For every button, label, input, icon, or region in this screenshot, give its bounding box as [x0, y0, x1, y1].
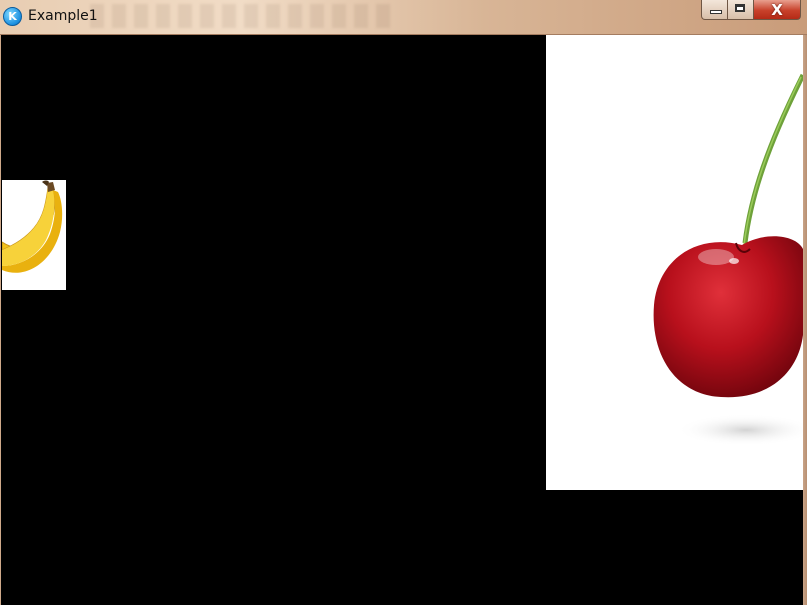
- maximize-icon: [735, 4, 745, 12]
- app-canvas[interactable]: [1, 35, 803, 605]
- minimize-icon: [710, 10, 722, 14]
- minimize-button[interactable]: [701, 0, 728, 20]
- close-button[interactable]: X: [754, 0, 801, 20]
- cherry-icon: [653, 73, 803, 446]
- maximize-button[interactable]: [728, 0, 754, 20]
- kivy-k-glyph: K: [8, 10, 17, 23]
- banana-image[interactable]: [2, 180, 66, 290]
- title-bar[interactable]: K Example1 X: [0, 0, 807, 35]
- window-frame-right[interactable]: [803, 35, 807, 605]
- window-title: Example1: [28, 8, 98, 24]
- close-icon: X: [771, 0, 783, 19]
- app-window: K Example1 X: [0, 0, 807, 605]
- banana-icon: [2, 180, 63, 273]
- window-controls: X: [701, 0, 801, 22]
- app-icon[interactable]: K: [3, 7, 22, 26]
- cherry-image[interactable]: [546, 35, 803, 490]
